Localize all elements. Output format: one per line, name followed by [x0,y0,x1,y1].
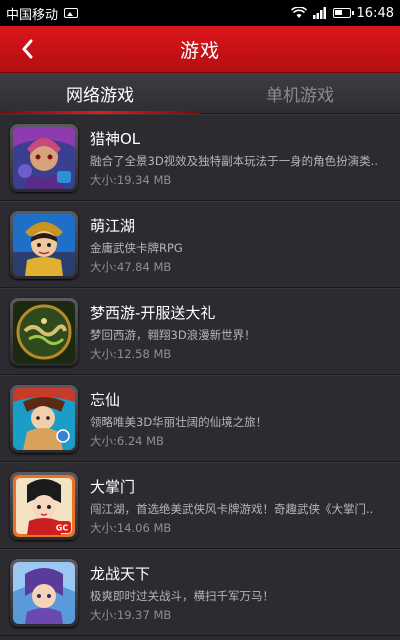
clock: 16:48 [356,5,394,21]
game-size: 大小:47.84 MB [90,259,172,274]
meng-jianghu-icon [13,213,75,276]
game-info: 大掌门 闯江湖，首选绝美武侠风卡牌游戏！奇趣武侠《大掌门.. 大小:14.06 … [90,476,400,536]
game-size: 大小:19.37 MB [90,607,172,622]
wifi-icon [290,7,307,18]
wangxian-icon [13,387,75,450]
game-size: 大小:19.34 MB [90,172,172,187]
status-bar: 中国移动 16:48 [0,0,400,26]
app-icon-frame [10,297,78,366]
svg-text:GC: GC [56,523,69,532]
game-description: 融合了全景3D视效及独特副本玩法于一身的角色扮演类.. [90,153,378,168]
dream-journey-icon [13,300,75,363]
game-info: 萌江湖 金庸武侠卡牌RPG 大小:47.84 MB [90,215,400,275]
tab-single-player-games[interactable]: 单机游戏 [200,73,400,113]
game-name: 猎神OL [90,129,141,148]
tab-bar: 网络游戏 单机游戏 [0,73,400,114]
back-arrow-icon [22,39,33,59]
status-right: 16:48 [290,5,394,21]
battery-icon [332,8,354,18]
game-size: 大小:6.24 MB [90,433,164,448]
game-name: 梦西游-开服送大礼 [90,303,216,322]
dragon-war-icon [13,561,75,624]
tab-online-games[interactable]: 网络游戏 [0,73,200,114]
game-description: 金庸武侠卡牌RPG [90,240,183,255]
back-button[interactable] [8,26,48,72]
game-name: 忘仙 [90,390,121,409]
app-icon-frame: GC [10,471,78,540]
game-info: 梦西游-开服送大礼 梦回西游，翱翔3D浪漫新世界！ 大小:12.58 MB [90,302,400,362]
list-item[interactable]: 忘仙 领略唯美3D华丽壮阔的仙境之旅！ 大小:6.24 MB [0,375,400,462]
status-left: 中国移动 [6,4,79,23]
list-item[interactable]: 猎神OL 融合了全景3D视效及独特副本玩法于一身的角色扮演类.. 大小:19.3… [0,114,400,201]
da-zhangmen-icon: GC [13,474,75,537]
game-description: 闯江湖，首选绝美武侠风卡牌游戏！奇趣武侠《大掌门.. [90,501,374,516]
game-size: 大小:14.06 MB [90,520,172,535]
app-icon-frame [10,558,78,627]
list-item[interactable]: 龙战天下 极爽即时过关战斗，横扫千军万马！ 大小:19.37 MB [0,549,400,636]
app-icon-frame [10,123,78,192]
page-title: 游戏 [179,39,220,62]
list-item[interactable]: GC 大掌门 闯江湖，首选绝美武侠风卡牌游戏！奇趣武侠《大掌门.. 大小:14.… [0,462,400,549]
game-name: 大掌门 [90,477,136,496]
list-item[interactable]: 萌江湖 金庸武侠卡牌RPG 大小:47.84 MB [0,201,400,288]
game-name: 龙战天下 [90,564,151,583]
carrier-label: 中国移动 [6,7,59,23]
game-name: 萌江湖 [90,216,136,235]
game-info: 忘仙 领略唯美3D华丽壮阔的仙境之旅！ 大小:6.24 MB [90,389,400,449]
title-bar: 游戏 [0,26,400,73]
game-description: 领略唯美3D华丽壮阔的仙境之旅！ [90,414,268,429]
game-list: 猎神OL 融合了全景3D视效及独特副本玩法于一身的角色扮演类.. 大小:19.3… [0,114,400,636]
game-description: 梦回西游，翱翔3D浪漫新世界！ [90,327,256,342]
game-description: 极爽即时过关战斗，横扫千军万马！ [90,588,274,603]
app-icon-frame [10,384,78,453]
hunter-god-icon [13,126,75,189]
game-info: 龙战天下 极爽即时过关战斗，横扫千军万马！ 大小:19.37 MB [90,563,400,623]
game-info: 猎神OL 融合了全景3D视效及独特副本玩法于一身的角色扮演类.. 大小:19.3… [90,128,400,188]
app-icon-frame [10,210,78,279]
signal-icon [312,7,326,19]
game-size: 大小:12.58 MB [90,346,172,361]
image-notification-icon [64,8,79,18]
list-item[interactable]: 梦西游-开服送大礼 梦回西游，翱翔3D浪漫新世界！ 大小:12.58 MB [0,288,400,375]
screen: 中国移动 16:48 游戏 网络游戏 单机游戏 猎神OL 融合了全景3D视效及独… [0,0,400,640]
